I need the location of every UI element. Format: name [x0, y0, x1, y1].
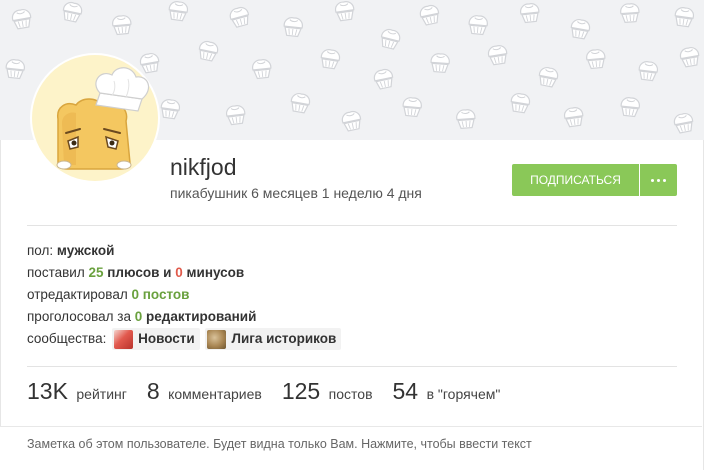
- community-name: Новости: [138, 331, 195, 347]
- more-options-button[interactable]: [640, 164, 677, 196]
- voted-prefix: проголосовал за: [27, 309, 131, 324]
- community-chip-historians[interactable]: Лига историков: [205, 328, 342, 351]
- more-dot: [657, 178, 660, 182]
- community-chip-news[interactable]: Новости: [112, 328, 200, 351]
- avatar[interactable]: [30, 53, 160, 183]
- gender-value: мужской: [56, 243, 115, 258]
- stat-label: рейтинг: [76, 386, 127, 402]
- stat-value: 13K: [27, 378, 68, 404]
- stat-value: 125: [281, 378, 321, 404]
- edited-row: отредактировал 0 постов: [27, 284, 341, 306]
- stat-value: 8: [146, 378, 160, 404]
- votes-row: поставил 25 плюсов и 0 минусов: [27, 262, 341, 284]
- stat-hot[interactable]: 54 в "горячем": [393, 378, 501, 405]
- voted-edits-row: проголосовал за 0 редактирований: [27, 306, 341, 328]
- profile-info: пол: мужской поставил 25 плюсов и 0 мину…: [27, 240, 342, 351]
- subscribe-button[interactable]: подписаться: [512, 164, 639, 196]
- stat-comments[interactable]: 8 комментариев: [147, 378, 262, 405]
- divider: [27, 225, 677, 226]
- profile-stats: 13K рейтинг 8 комментариев 125 постов 54…: [27, 378, 520, 408]
- stat-value: 54: [392, 378, 419, 404]
- communities-row: сообщества: Новости Лига историков: [27, 328, 342, 351]
- stat-label: комментариев: [168, 386, 262, 402]
- divider: [27, 366, 677, 367]
- user-note-placeholder: Заметка об этом пользователе. Будет видн…: [27, 437, 532, 451]
- stat-posts[interactable]: 125 постов: [282, 378, 373, 405]
- more-dots-icon: [651, 178, 654, 182]
- user-age: пикабушник 6 месяцев 1 неделю 4 дня: [170, 185, 422, 201]
- edited-count: 0: [131, 287, 139, 302]
- historians-community-icon: [207, 329, 227, 349]
- stat-rating: 13K рейтинг: [27, 378, 127, 405]
- voted-count: 0: [134, 309, 143, 324]
- stat-label: в "горячем": [426, 386, 501, 402]
- stat-label: постов: [328, 386, 373, 402]
- edited-prefix: отредактировал: [27, 287, 128, 302]
- pluses-label: плюсов: [107, 265, 160, 280]
- more-dot: [663, 178, 666, 182]
- gender-label: пол:: [27, 243, 54, 258]
- gender-row: пол: мужской: [27, 240, 341, 262]
- minuses-label: минусов: [186, 265, 245, 280]
- community-name: Лига историков: [231, 331, 337, 347]
- voted-label: редактирований: [146, 309, 257, 324]
- news-community-icon: [114, 329, 134, 349]
- chef-toast-avatar-icon: [32, 55, 158, 181]
- votes-and: и: [163, 265, 172, 280]
- minuses-count: 0: [175, 265, 183, 280]
- edited-label: постов: [142, 287, 190, 302]
- communities-label: сообщества:: [27, 331, 107, 346]
- pluses-count: 25: [88, 265, 104, 280]
- votes-prefix: поставил: [27, 265, 85, 280]
- user-note-field[interactable]: Заметка об этом пользователе. Будет видн…: [0, 426, 702, 471]
- username: nikfjod: [170, 154, 237, 180]
